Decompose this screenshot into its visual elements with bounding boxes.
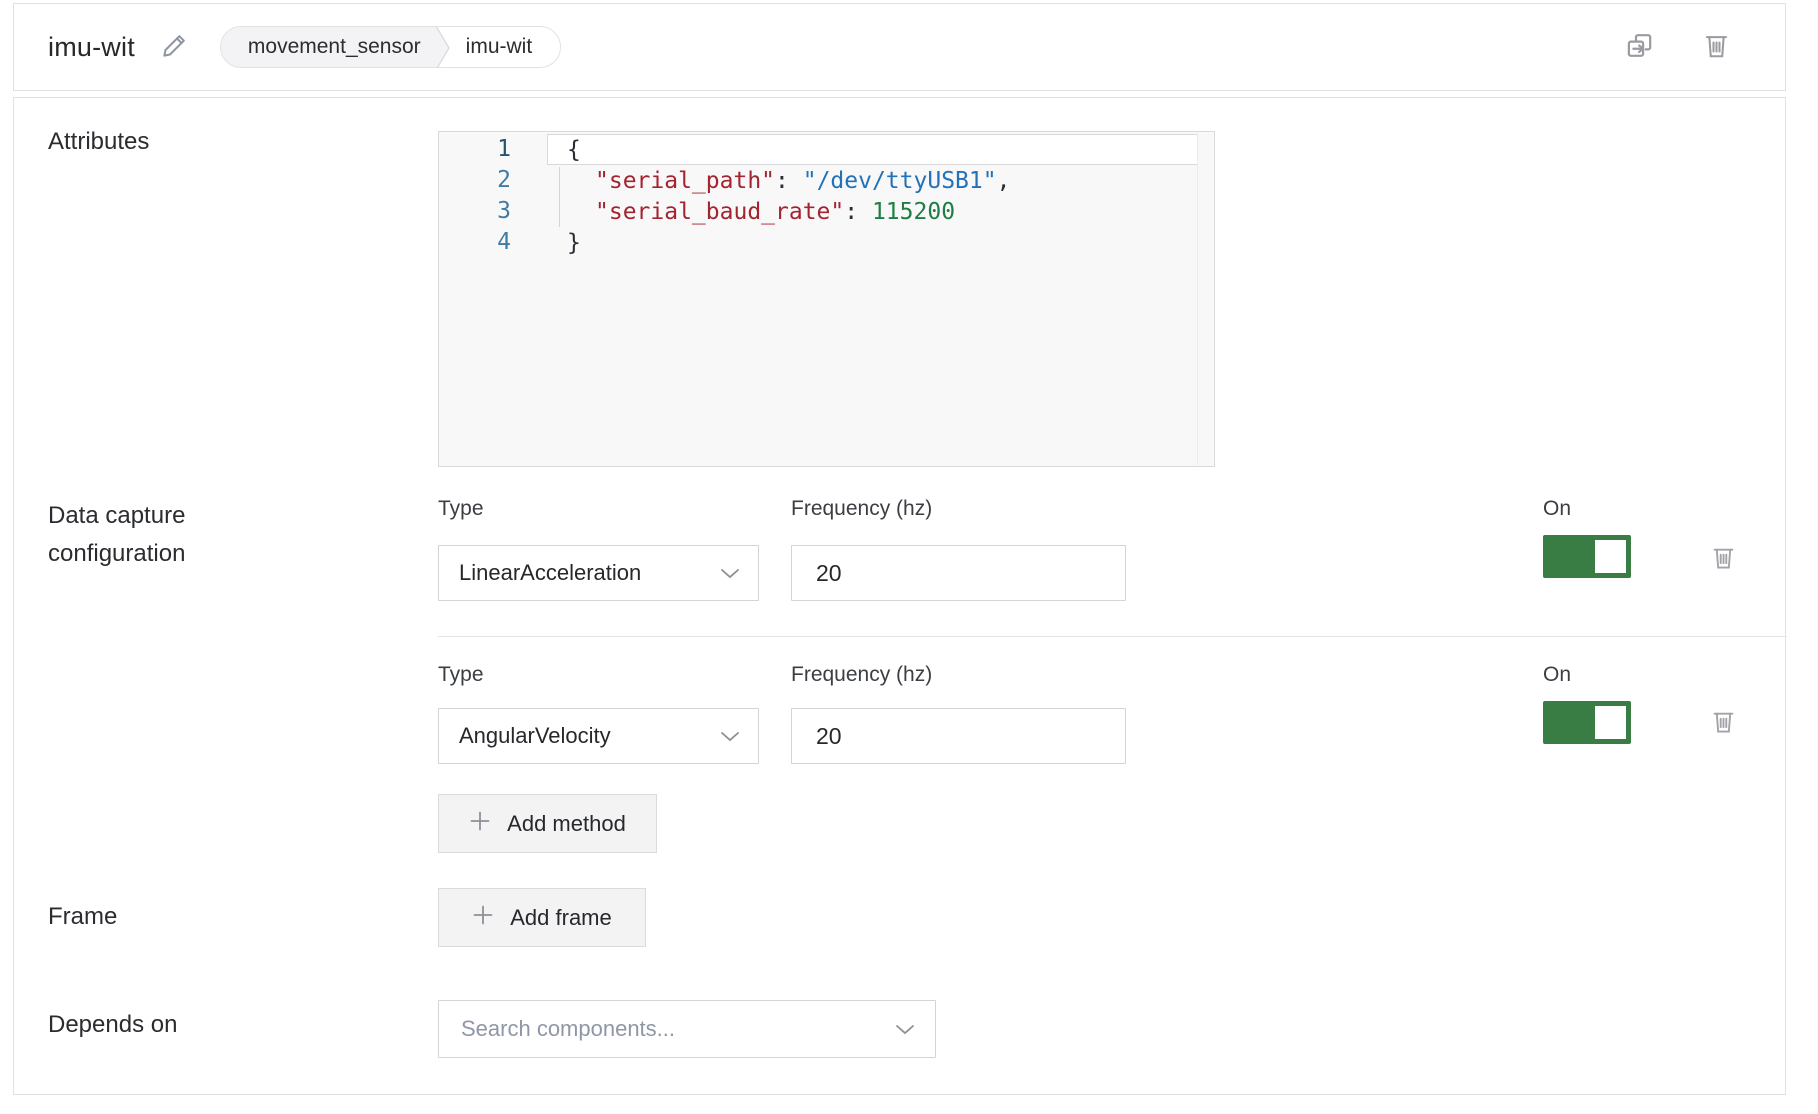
type-select[interactable]: AngularVelocity [438,708,759,764]
toggle-on-label: On [1543,497,1571,521]
edit-name-button[interactable] [161,32,188,62]
duplicate-button[interactable] [1625,30,1656,64]
breadcrumb: movement_sensor imu-wit [220,26,561,68]
delete-component-button[interactable] [1702,30,1731,64]
frequency-field [791,708,1126,764]
trash-icon [1710,707,1737,739]
code-line: 3 "serial_baud_rate": 115200 [439,196,1214,227]
component-config-page: { "header": { "title": "imu-wit", "bread… [0,0,1818,1114]
data-capture-row: Type LinearAcceleration Frequency (hz) O… [438,497,1800,607]
code-line: 4 } [439,227,1214,258]
capture-toggle[interactable] [1543,701,1631,744]
data-capture-row: Type AngularVelocity Frequency (hz) On [438,663,1800,773]
editor-scrollbar[interactable] [1197,133,1198,465]
attributes-code-editor[interactable]: 1 { 2 "serial_path": "/dev/ttyUSB1", 3 "… [438,131,1215,467]
trash-icon [1710,543,1737,575]
code-token-colon: : [775,168,803,194]
line-number: 2 [439,165,547,196]
code-token-key: "serial_baud_rate" [595,199,844,225]
code-token-brace: } [567,230,581,256]
chevron-down-icon [895,1016,915,1042]
type-select-value: LinearAcceleration [459,560,641,586]
plus-icon [472,904,494,932]
component-config-body: Attributes 1 { 2 "serial_path": "/dev/tt… [13,97,1786,1095]
indent-guide [559,167,560,227]
data-capture-label: Data capture configuration [48,497,185,573]
delete-capture-method-button[interactable] [1710,707,1737,739]
line-number: 4 [439,227,547,258]
type-select[interactable]: LinearAcceleration [438,545,759,601]
code-token-key: "serial_path" [595,168,775,194]
chevron-down-icon [720,560,740,586]
code-line: 2 "serial_path": "/dev/ttyUSB1", [439,165,1214,196]
toggle-knob [1595,706,1626,739]
breadcrumb-item-type: movement_sensor [221,27,435,67]
chevron-down-icon [720,723,740,749]
plus-icon [469,810,491,838]
type-label: Type [438,663,484,687]
line-number: 3 [439,196,547,227]
delete-capture-method-button[interactable] [1710,543,1737,575]
type-select-value: AngularVelocity [459,723,611,749]
duplicate-icon [1625,30,1656,64]
depends-on-label: Depends on [48,1006,177,1044]
add-method-label: Add method [507,811,626,837]
component-header: imu-wit movement_sensor imu-wit [13,3,1786,91]
code-line: 1 { [439,134,1214,165]
code-token-string-value: "/dev/ttyUSB1" [803,168,997,194]
add-frame-label: Add frame [510,905,612,931]
trash-icon [1702,30,1731,64]
add-frame-button[interactable]: Add frame [438,888,646,947]
frequency-label: Frequency (hz) [791,663,932,687]
type-label: Type [438,497,484,521]
capture-toggle[interactable] [1543,535,1631,578]
code-token-brace: { [567,137,581,163]
frame-label: Frame [48,898,117,936]
frequency-input[interactable] [792,709,1125,763]
toggle-knob [1595,540,1626,573]
chevron-right-icon [435,27,452,68]
breadcrumb-item-name: imu-wit [452,27,561,67]
code-token-number-value: 115200 [872,199,955,225]
header-actions [1625,30,1731,64]
pencil-icon [161,32,188,62]
component-title: imu-wit [48,32,135,63]
row-divider [438,636,1787,637]
frequency-label: Frequency (hz) [791,497,932,521]
toggle-on-label: On [1543,663,1571,687]
depends-on-search-input[interactable] [439,1001,895,1057]
code-token-comma: , [997,168,1011,194]
depends-on-select[interactable] [438,1000,936,1058]
frequency-input[interactable] [792,546,1125,600]
frequency-field [791,545,1126,601]
line-number: 1 [439,134,547,165]
add-method-button[interactable]: Add method [438,794,657,853]
attributes-label: Attributes [48,123,149,161]
code-token-colon: : [844,199,872,225]
